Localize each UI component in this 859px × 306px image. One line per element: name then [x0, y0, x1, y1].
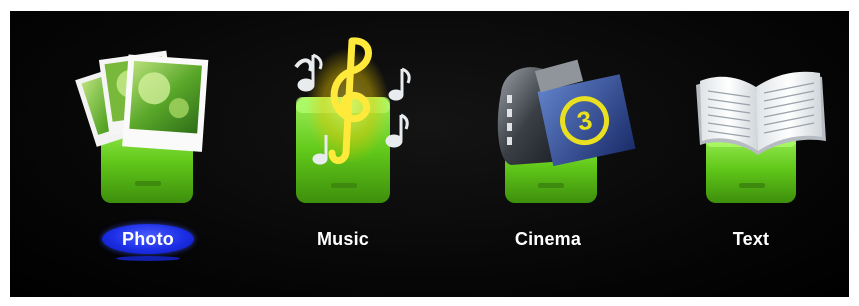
label-wrap-photo: Photo — [53, 224, 243, 261]
menu-item-text[interactable]: Text — [656, 11, 846, 297]
label-wrap-text: Text — [656, 224, 846, 260]
menu-item-photo[interactable]: Photo — [53, 11, 243, 297]
photo-stack-icon — [75, 50, 209, 203]
menu-item-cinema[interactable]: 3 Cinema — [453, 11, 643, 297]
menu-item-music[interactable]: Music — [248, 11, 438, 297]
music-notes-icon — [294, 37, 411, 203]
media-menu-screen: Photo Music 3 Cinema Text — [10, 11, 849, 297]
menu-label-photo[interactable]: Photo — [102, 224, 194, 261]
menu-label-cinema[interactable]: Cinema — [495, 224, 601, 254]
menu-label-text[interactable]: Text — [713, 224, 789, 254]
label-wrap-music: Music — [248, 224, 438, 260]
film-reel-icon: 3 — [497, 59, 636, 203]
label-wrap-cinema: Cinema — [453, 224, 643, 260]
menu-label-music[interactable]: Music — [297, 224, 389, 254]
open-book-icon — [696, 71, 826, 203]
